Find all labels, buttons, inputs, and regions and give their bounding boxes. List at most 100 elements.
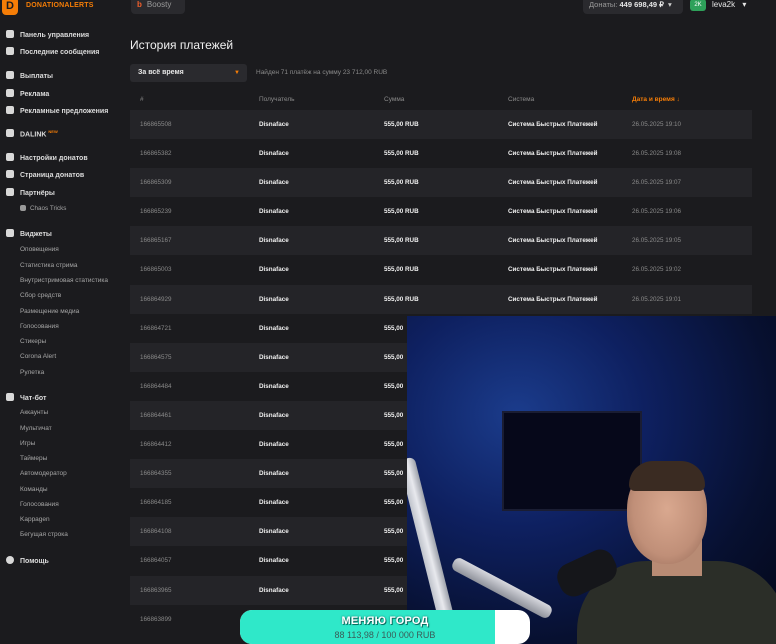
sidebar-item-accounts[interactable]: Аккаунты: [20, 409, 48, 416]
sidebar-item-roulette[interactable]: Рулетка: [20, 369, 44, 376]
table-row[interactable]: 166865382 Disnaface 555,00 RUB Система Быст…: [130, 139, 752, 168]
sidebar-item-chatbot[interactable]: Чат-бот: [6, 393, 46, 402]
payment-id-cell: 166864484: [140, 382, 172, 390]
sidebar-item-multichat[interactable]: Мультичат: [20, 425, 52, 432]
sidebar-item-label: Последние сообщения: [20, 49, 100, 56]
payment-id-cell: 166864108: [140, 528, 172, 536]
sidebar-item-partners[interactable]: Партнёры: [6, 188, 55, 197]
table-row[interactable]: 166865167 Disnaface 555,00 RUB Система Быст…: [130, 226, 752, 256]
webcam-overlay: [407, 316, 776, 644]
sidebar-item-stickers[interactable]: Стикеры: [20, 338, 46, 345]
amount-cell: 555,00: [384, 441, 404, 449]
period-filter-select[interactable]: За всё время ▼: [130, 64, 247, 82]
briefcase-icon: [6, 106, 14, 114]
sidebar-item-corona-alert[interactable]: Corona Alert: [20, 353, 56, 360]
sidebar-item-label: Помощь: [20, 558, 49, 565]
avatar: 2K: [690, 0, 706, 11]
sidebar-item-label: Рекламные предложения: [20, 108, 109, 115]
payment-system-cell: Система Быстрых Платежей: [508, 295, 598, 303]
user-menu[interactable]: 2K leva2k ▾: [690, 0, 746, 13]
partners-icon: [6, 188, 14, 196]
amount-cell: 555,00: [384, 411, 404, 419]
table-row[interactable]: 166865239 Disnaface 555,00 RUB Система Быст…: [130, 197, 752, 226]
sidebar-item-ad-offers[interactable]: Рекламные предложения: [6, 106, 108, 115]
payment-id-cell: 166864929: [140, 295, 172, 303]
payment-id-cell: 166865239: [140, 208, 172, 216]
payment-system-cell: Система Быстрых Платежей: [508, 266, 598, 274]
amount-cell: 555,00 RUB: [384, 150, 419, 158]
gear-icon: [6, 153, 14, 161]
recipient-cell: Disnaface: [259, 470, 289, 478]
amount-cell: 555,00: [384, 499, 404, 507]
sidebar-item-donation-settings[interactable]: Настройки донатов: [6, 153, 88, 162]
amount-cell: 555,00: [384, 557, 404, 565]
table-row[interactable]: 166865003 Disnaface 555,00 RUB Система Быст…: [130, 255, 752, 284]
payment-id-cell: 166864461: [140, 411, 172, 419]
dalink-icon: [6, 129, 14, 138]
sidebar-item-timers[interactable]: Таймеры: [20, 455, 47, 462]
sidebar-item-ticker[interactable]: Бегущая строка: [20, 531, 68, 538]
sidebar-item-label: Партнёры: [20, 190, 55, 197]
sidebar-item-chaos-tricks[interactable]: Chaos Tricks: [20, 205, 66, 212]
sidebar-item-ads[interactable]: Реклама: [6, 89, 49, 98]
sidebar-item-messages[interactable]: Последние сообщения: [6, 47, 99, 56]
payment-id-cell: 166865003: [140, 266, 172, 274]
payment-id-cell: 166865508: [140, 121, 172, 128]
sidebar-item-automoderator[interactable]: Автомодератор: [20, 470, 67, 477]
page-title: История платежей: [130, 38, 234, 52]
sidebar-item-label: Чат-бот: [20, 395, 47, 402]
amount-cell: 555,00: [384, 586, 404, 594]
recipient-cell: Disnaface: [259, 382, 289, 390]
sidebar-item-media[interactable]: Размещение медиа: [20, 308, 79, 315]
streamer-hair: [629, 461, 705, 491]
person-icon: [20, 205, 26, 211]
payment-system-cell: Система Быстрых Платежей: [508, 179, 598, 187]
sidebar-item-widgets[interactable]: Виджеты: [6, 229, 52, 238]
datetime-cell: 26.05.2025 19:10: [632, 121, 682, 128]
table-row[interactable]: 166864929 Disnaface 555,00 RUB Система Быст…: [130, 284, 752, 314]
table-row[interactable]: 166865508 Disnaface 555,00 RUB Система Быст…: [130, 110, 752, 140]
sidebar-item-donation-page[interactable]: Страница донатов: [6, 170, 84, 179]
sidebar-item-instream-stats[interactable]: Внутристримовая статистика: [20, 277, 108, 284]
sidebar-item-polls[interactable]: Голосования: [20, 323, 59, 330]
table-row[interactable]: 166865309 Disnaface 555,00 RUB Система Быст…: [130, 168, 752, 198]
donation-goal-banner: МЕНЯЮ ГОРОД 88 113,98 / 100 000 RUB: [240, 610, 530, 644]
payment-system-cell: Система Быстрых Платежей: [508, 208, 598, 216]
period-filter-value: За всё время: [138, 69, 184, 76]
sidebar-item-label: Chaos Tricks: [30, 205, 67, 212]
column-header-datetime-sort[interactable]: Дата и время ↓: [632, 96, 680, 103]
sidebar-item-stream-stats[interactable]: Статистика стрима: [20, 262, 78, 269]
sidebar-item-games[interactable]: Игры: [20, 440, 35, 447]
sidebar-item-alerts[interactable]: Оповещения: [20, 246, 59, 253]
sidebar: Панель управления Последние сообщения Вы…: [0, 24, 122, 644]
sidebar-item-payouts[interactable]: Выплаты: [6, 71, 53, 80]
new-badge: NEW: [48, 129, 58, 134]
help-icon: [6, 556, 14, 564]
boosty-button[interactable]: b Boosty: [131, 0, 185, 14]
sidebar-item-kappagen[interactable]: Kappagen: [20, 516, 50, 523]
recipient-cell: Disnaface: [259, 324, 289, 332]
sidebar-item-dalink[interactable]: DALINK NEW: [6, 129, 58, 138]
sidebar-item-chat-polls[interactable]: Голосования: [20, 501, 59, 508]
sidebar-item-label: Выплаты: [20, 73, 54, 80]
recipient-cell: Disnaface: [259, 586, 289, 594]
sidebar-item-label: Виджеты: [20, 231, 52, 238]
donations-amount: 449 698,49 ₽: [619, 0, 664, 9]
sidebar-item-commands[interactable]: Команды: [20, 486, 48, 493]
recipient-cell: Disnaface: [259, 179, 289, 187]
sidebar-item-dashboard[interactable]: Панель управления: [6, 30, 89, 39]
payment-id-cell: 166864185: [140, 499, 172, 507]
payment-id-cell: 166864057: [140, 557, 172, 565]
amount-cell: 555,00: [384, 528, 404, 536]
logo-text[interactable]: DONATIONALERTS: [26, 2, 94, 9]
sidebar-item-fundraising[interactable]: Сбор средств: [20, 292, 61, 299]
sidebar-item-help[interactable]: Помощь: [6, 556, 49, 565]
donations-balance-dropdown[interactable]: Донаты: 449 698,49 ₽ ▾: [583, 0, 683, 14]
payment-id-cell: 166864355: [140, 470, 172, 478]
donationalerts-logo-icon[interactable]: D: [2, 0, 18, 15]
amount-cell: 555,00 RUB: [384, 295, 419, 303]
datetime-cell: 26.05.2025 19:05: [632, 237, 682, 245]
payment-system-cell: Система Быстрых Платежей: [508, 150, 598, 158]
dashboard-icon: [6, 30, 14, 38]
datetime-cell: 26.05.2025 19:08: [632, 150, 682, 158]
